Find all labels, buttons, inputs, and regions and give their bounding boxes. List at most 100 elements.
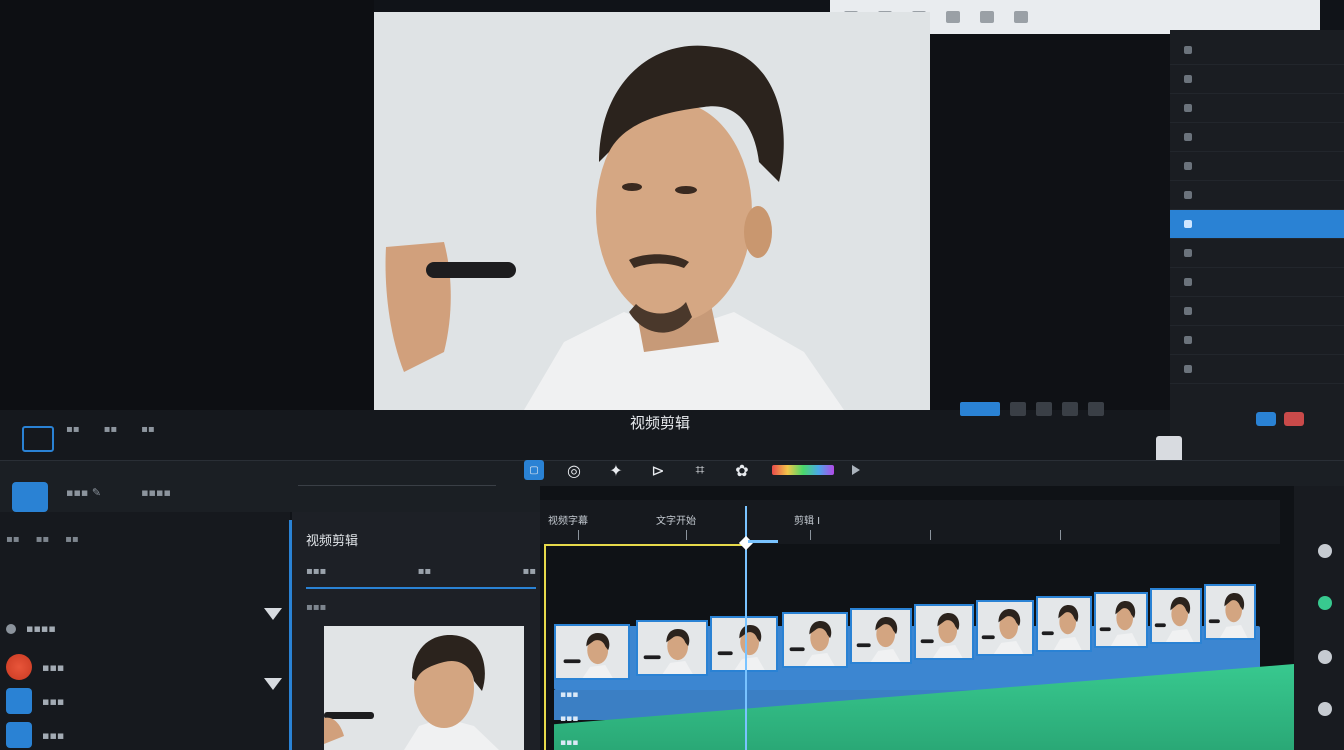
clip-thumbnail[interactable] xyxy=(710,616,778,672)
folder-icon xyxy=(6,722,32,748)
color-tool-icon[interactable]: ✿ xyxy=(730,458,754,482)
effects-item[interactable] xyxy=(1170,239,1344,268)
viewer-fit-icon[interactable] xyxy=(1010,402,1026,416)
record-icon xyxy=(6,654,32,680)
viewer-controls xyxy=(960,402,1104,416)
clip-thumbnail-image xyxy=(852,610,910,662)
playhead-arm xyxy=(748,540,778,543)
clip-thumbnail[interactable] xyxy=(1204,584,1256,640)
viewer-fullscreen-icon[interactable] xyxy=(1088,402,1104,416)
viewer-mode-icon[interactable] xyxy=(22,426,54,452)
project-panel-header-item[interactable]: ▪▪ xyxy=(65,534,79,545)
clip-thumbnail[interactable] xyxy=(1150,588,1202,644)
filter-icon[interactable] xyxy=(264,678,282,690)
left-dark-area xyxy=(0,0,374,420)
filter-icon[interactable] xyxy=(264,608,282,620)
project-panel-header-item[interactable]: ▪▪ xyxy=(36,534,50,545)
ruler-tick xyxy=(810,530,811,540)
red-control-button[interactable] xyxy=(1284,412,1304,426)
effects-item[interactable] xyxy=(1170,181,1344,210)
select-tool-icon[interactable]: ▢ xyxy=(524,460,544,480)
effects-item-icon xyxy=(1184,307,1192,315)
track-label: ▪▪▪ xyxy=(560,714,579,724)
project-row[interactable]: ▪▪▪ xyxy=(6,722,64,748)
preview-viewer[interactable] xyxy=(374,12,930,410)
color-palette-bar[interactable] xyxy=(772,465,834,475)
timeline-control-button[interactable] xyxy=(1318,702,1332,716)
viewer-tiny-labels: ▪▪ ▪▪ ▪▪ xyxy=(66,424,155,435)
video-editor-screen: 视频剪辑 ▪▪ ▪▪ ▪▪ ▪▪▪ ✎ ▪▪▪▪ ▢ ◎ ✦ ⊳ ⌗ ✿ ▪▪ … xyxy=(0,0,1344,750)
clip-thumbnail[interactable] xyxy=(554,624,630,680)
clip-thumbnail-image xyxy=(556,626,628,678)
project-row[interactable]: ▪▪▪▪ xyxy=(6,622,56,635)
clip-thumbnail[interactable] xyxy=(850,608,912,664)
clip-thumbnail-image xyxy=(978,602,1032,654)
project-row-label: ▪▪▪ xyxy=(42,660,65,674)
export-icon[interactable] xyxy=(1014,11,1028,23)
timeline-control-button[interactable] xyxy=(1318,650,1332,664)
effects-item[interactable] xyxy=(1170,123,1344,152)
effects-item[interactable] xyxy=(1170,326,1344,355)
viewer-caption: 视频剪辑 xyxy=(630,414,691,432)
record-tool-icon[interactable]: ◎ xyxy=(562,458,586,482)
project-row[interactable]: ▪▪▪ xyxy=(6,654,64,680)
effects-item[interactable] xyxy=(1170,355,1344,384)
play-icon[interactable] xyxy=(852,465,860,475)
track-label: ▪▪▪ xyxy=(560,738,579,748)
clip-thumbnail-image xyxy=(916,606,972,658)
clip-thumbnail[interactable] xyxy=(976,600,1034,656)
clip-thumbnail[interactable] xyxy=(782,612,848,668)
timeline-control-button[interactable] xyxy=(1318,596,1332,610)
blue-control-button[interactable] xyxy=(1256,412,1276,426)
clip-thumbnail[interactable] xyxy=(1036,596,1092,652)
clip-thumbnail[interactable] xyxy=(636,620,708,676)
effects-item-icon xyxy=(1184,75,1192,83)
media-tab[interactable]: ▪▪ xyxy=(522,566,536,577)
media-subtitle: ▪▪▪ xyxy=(306,602,327,613)
effects-item-icon xyxy=(1184,46,1192,54)
clip-thumbnail-image xyxy=(1206,586,1254,638)
effects-item-active[interactable] xyxy=(1170,210,1344,239)
clip-thumbnail[interactable] xyxy=(1094,592,1148,648)
effects-item[interactable] xyxy=(1170,152,1344,181)
timeline-control-button[interactable] xyxy=(1318,544,1332,558)
project-row-label: ▪▪▪▪ xyxy=(26,622,56,635)
media-tab[interactable]: ▪▪ xyxy=(418,566,432,577)
toolbar-search-field[interactable] xyxy=(298,468,496,486)
project-panel-header-item[interactable]: ▪▪ xyxy=(6,534,20,545)
project-panel-header: ▪▪ ▪▪ ▪▪ xyxy=(6,534,79,545)
viewer-tiny-label: ▪▪ xyxy=(141,424,155,435)
effects-item[interactable] xyxy=(1170,94,1344,123)
ruler-tick xyxy=(1060,530,1061,540)
ruler-label: 剪辑 I xyxy=(794,516,821,527)
ruler-tick xyxy=(686,530,687,540)
media-thumbnail-image xyxy=(324,626,524,750)
split-tool-icon[interactable]: ✦ xyxy=(604,458,628,482)
timeline-ruler[interactable] xyxy=(540,500,1280,544)
trim-tool-icon[interactable]: ⊳ xyxy=(646,458,670,482)
viewer-zoom-button[interactable] xyxy=(960,402,1000,416)
ruler-label: 视频字幕 xyxy=(548,516,588,527)
media-thumbnail[interactable] xyxy=(324,626,524,750)
media-tab[interactable]: ▪▪▪ xyxy=(306,566,326,577)
crop-tool-icon[interactable]: ⌗ xyxy=(688,458,712,482)
effects-item[interactable] xyxy=(1170,268,1344,297)
toolbar-label[interactable]: ▪▪▪ ✎ xyxy=(66,486,101,499)
project-row[interactable]: ▪▪▪ xyxy=(6,688,64,714)
viewer-volume-icon[interactable] xyxy=(1062,402,1078,416)
media-import-button[interactable] xyxy=(12,482,48,512)
clip-thumbnail[interactable] xyxy=(914,604,974,660)
effects-item[interactable] xyxy=(1170,297,1344,326)
share-icon[interactable] xyxy=(980,11,994,23)
toolbar-label[interactable]: ▪▪▪▪ xyxy=(141,486,171,499)
settings-icon[interactable] xyxy=(946,11,960,23)
clip-thumbnail-image xyxy=(1038,598,1090,650)
viewer-side-area xyxy=(930,34,1170,410)
viewer-loop-icon[interactable] xyxy=(1036,402,1052,416)
viewer-caption-bar xyxy=(0,410,1170,460)
effects-item[interactable] xyxy=(1170,36,1344,65)
effects-item[interactable] xyxy=(1170,65,1344,94)
effects-item-icon xyxy=(1184,191,1192,199)
project-row-label: ▪▪▪ xyxy=(42,728,65,742)
ruler-tick xyxy=(930,530,931,540)
